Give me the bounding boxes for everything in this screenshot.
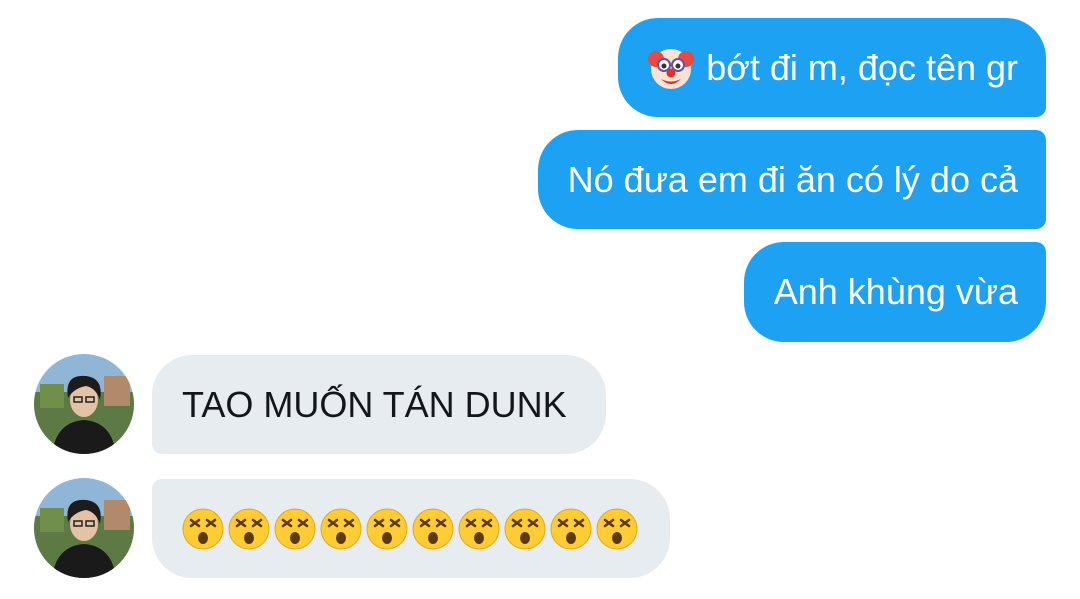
dizzy-face-icon [274,508,316,549]
avatar[interactable] [34,354,134,454]
dizzy-face-icon [182,508,224,549]
sent-message-bubble[interactable]: Anh khùng vừa [743,242,1046,342]
clown-face-icon [648,48,695,89]
dizzy-face-icon [228,508,270,549]
message-text: Anh khùng vừa [773,271,1018,312]
dizzy-face-icon [366,508,408,549]
message-text: bớt đi m, đọc tên gr [706,46,1018,88]
message-text: Nó đưa em đi ăn có lý do cả [567,158,1018,200]
dizzy-face-icon [504,508,546,549]
message-text: TAO MUỐN TÁN DUNK [182,383,567,425]
received-message-bubble[interactable] [152,479,670,578]
dizzy-face-icon [596,508,638,549]
avatar[interactable] [34,478,134,578]
dizzy-face-icon [320,508,362,549]
avatar-photo [34,478,134,578]
sent-message-bubble[interactable]: bớt đi m, đọc tên gr [618,18,1046,117]
emoji-row [182,508,638,550]
dizzy-face-icon [412,508,454,549]
sent-message-bubble[interactable]: Nó đưa em đi ăn có lý do cả [537,130,1046,229]
dizzy-face-icon [550,508,592,549]
avatar-photo [34,354,134,454]
dizzy-face-icon [458,508,500,549]
received-message-bubble[interactable]: TAO MUỐN TÁN DUNK [152,355,606,454]
